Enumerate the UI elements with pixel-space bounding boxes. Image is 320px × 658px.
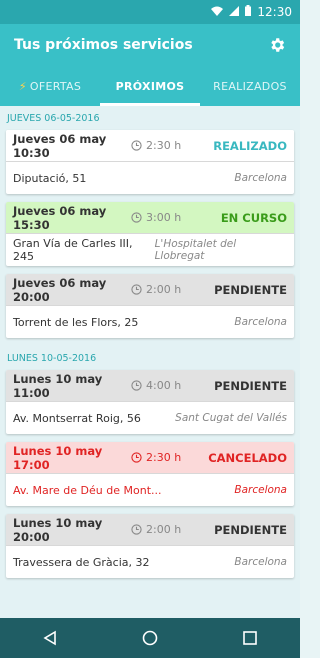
status-bar: 12:30 xyxy=(0,0,300,24)
lightning-icon: ⚡ xyxy=(18,79,27,93)
clock-icon xyxy=(131,452,142,463)
date-header: LUNES 10-05-2016 xyxy=(7,352,97,364)
system-nav-bar xyxy=(0,618,300,658)
service-datetime: Lunes 10 may 17:00 xyxy=(13,443,103,472)
clock-icon xyxy=(131,284,142,295)
service-address: Diputació, 51 xyxy=(13,171,87,185)
clock-icon xyxy=(131,380,142,391)
service-city: Sant Cugat del Vallés xyxy=(175,412,287,424)
clock-icon xyxy=(131,212,142,223)
service-city: L'Hospitalet del Llobregat xyxy=(154,238,237,262)
clock-icon xyxy=(131,524,142,535)
service-duration: 2:00 h xyxy=(146,283,182,296)
service-city: Barcelona xyxy=(234,556,287,568)
status-badge: REALIZADO xyxy=(213,138,287,153)
date-header: JUEVES 06-05-2016 xyxy=(7,112,100,124)
service-address: Travessera de Gràcia, 32 xyxy=(13,555,150,569)
battery-icon xyxy=(245,5,252,19)
tab-bar: ⚡ OFERTAS PRÓXIMOS REALIZADOS xyxy=(0,66,300,106)
service-address: Torrent de les Flors, 25 xyxy=(13,315,139,329)
status-badge: PENDIENTE xyxy=(214,378,287,393)
service-duration: 3:00 h xyxy=(146,211,182,224)
service-duration: 2:00 h xyxy=(146,523,182,536)
tab-proximos[interactable]: PRÓXIMOS xyxy=(100,66,200,106)
status-time: 12:30 xyxy=(257,5,292,19)
wifi-icon xyxy=(211,5,224,19)
service-city: Barcelona xyxy=(234,316,287,328)
service-card[interactable]: Jueves 06 may 20:00 2:00 h PENDIENTE Tor… xyxy=(6,274,294,338)
service-city: Barcelona xyxy=(234,172,287,184)
service-duration: 2:30 h xyxy=(146,451,182,464)
service-datetime: Jueves 06 may 10:30 xyxy=(13,131,107,160)
home-icon[interactable] xyxy=(140,628,160,648)
services-list[interactable]: JUEVES 06-05-2016 Jueves 06 may 10:30 2:… xyxy=(0,106,300,618)
recents-icon[interactable] xyxy=(240,628,260,648)
service-address: Gran Vía de Carles III, 245 xyxy=(13,237,133,263)
tab-ofertas[interactable]: ⚡ OFERTAS xyxy=(0,66,100,106)
service-duration: 4:00 h xyxy=(146,379,182,392)
service-card[interactable]: Lunes 10 may 11:00 4:00 h PENDIENTE Av. … xyxy=(6,370,294,434)
signal-icon xyxy=(229,5,240,19)
service-datetime: Lunes 10 may 20:00 xyxy=(13,515,103,544)
tab-realizados[interactable]: REALIZADOS xyxy=(200,66,300,106)
service-card[interactable]: Lunes 10 may 17:00 2:30 h CANCELADO Av. … xyxy=(6,442,294,506)
service-datetime: Jueves 06 may 20:00 xyxy=(13,275,107,304)
service-address: Av. Montserrat Roig, 56 xyxy=(13,411,141,425)
service-card[interactable]: Lunes 10 may 20:00 2:00 h PENDIENTE Trav… xyxy=(6,514,294,578)
service-city: Barcelona xyxy=(234,484,287,496)
status-badge: EN CURSO xyxy=(220,210,287,225)
service-duration: 2:30 h xyxy=(146,139,182,152)
service-datetime: Jueves 06 may 15:30 xyxy=(13,203,107,232)
service-address: Av. Mare de Déu de Mont... xyxy=(13,483,162,497)
service-card[interactable]: Jueves 06 may 15:30 3:00 h EN CURSO Gran… xyxy=(6,202,294,266)
status-badge: PENDIENTE xyxy=(214,282,287,297)
back-icon[interactable] xyxy=(40,628,60,648)
clock-icon xyxy=(131,140,142,151)
app-bar: Tus próximos servicios xyxy=(0,24,300,66)
gear-icon[interactable] xyxy=(268,36,286,54)
service-card[interactable]: Jueves 06 may 10:30 2:30 h REALIZADO Dip… xyxy=(6,130,294,194)
status-badge: PENDIENTE xyxy=(214,522,287,537)
service-datetime: Lunes 10 may 11:00 xyxy=(13,371,103,400)
page-title: Tus próximos servicios xyxy=(14,37,193,53)
status-badge: CANCELADO xyxy=(208,450,287,465)
